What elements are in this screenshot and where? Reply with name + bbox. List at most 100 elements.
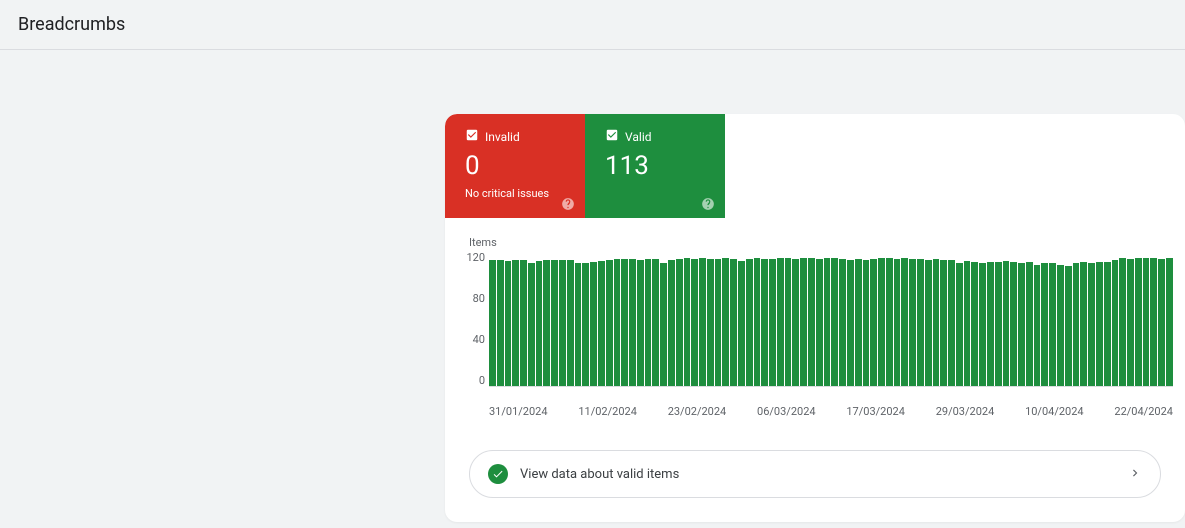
chart-bar [1088,263,1095,386]
chart-bar [878,258,885,386]
chart-bar [746,259,753,386]
chart-bar [536,261,543,386]
x-tick: 22/04/2024 [1114,405,1173,418]
tab-invalid-label-row: Invalid [465,128,565,145]
chart-bar [1034,265,1041,387]
chart-bar [699,258,706,386]
chart-bar [847,260,854,386]
tab-valid-label-row: Valid [605,128,705,145]
page-header: Breadcrumbs [0,0,1185,50]
tab-valid-label: Valid [625,130,652,144]
chart-bar [894,259,901,386]
chart-bar [761,259,768,386]
y-tick: 80 [457,292,485,305]
chart-bar [582,263,589,386]
chart-bar [505,261,512,386]
chart-bar [816,259,823,386]
x-axis: 31/01/202411/02/202423/02/202406/03/2024… [457,405,1173,418]
chart-bar [637,260,644,386]
chart-bar [606,260,613,386]
chart-bar [1057,265,1064,387]
chart-bar [1104,262,1111,386]
chart-ylabel: Items [469,236,1173,249]
chart-bar [979,263,986,386]
chart-bar [512,260,519,386]
y-tick: 40 [457,333,485,346]
chart-bar [777,258,784,386]
valid-count: 113 [605,151,705,181]
chart-bar [964,261,971,386]
y-tick: 120 [457,251,485,264]
chart-bar [1127,259,1134,386]
chart-bar [660,263,667,386]
chart-bar [917,259,924,386]
chart-bar [971,262,978,386]
chart-bar [614,259,621,386]
chart-plot: 120 80 40 0 [457,251,1173,401]
help-icon[interactable] [561,196,575,210]
chart-bar [676,259,683,386]
chart-bar [497,260,504,386]
chart-bar [909,259,916,386]
view-valid-items-link[interactable]: View data about valid items [469,450,1161,498]
page-title: Breadcrumbs [18,14,1167,35]
chart-bar [652,259,659,386]
chart-bar [691,259,698,386]
status-tabs: Invalid 0 No critical issues Valid 113 [445,114,1185,218]
tab-invalid-label: Invalid [485,130,520,144]
chart-bar [722,258,729,386]
chart-bar [567,260,574,386]
chart-bar [1041,263,1048,386]
chart-bar [489,260,496,386]
chart-bar [901,258,908,386]
chart-bar [1065,266,1072,386]
chart-bar [995,262,1002,386]
chart-bar [575,263,582,386]
x-tick: 11/02/2024 [578,405,637,418]
chart-bar [707,259,714,386]
chart-bar [520,260,527,386]
chart-bar [956,263,963,386]
chart-bar [1150,258,1157,386]
chart-bar [1119,258,1126,386]
chart-bar [785,258,792,386]
tab-invalid[interactable]: Invalid 0 No critical issues [445,114,585,218]
chart-bar [1080,262,1087,386]
chart-bar [1026,262,1033,386]
chart-bar [855,259,862,386]
chart-bar [1010,262,1017,386]
checkbox-checked-icon [605,128,619,145]
chart-bar [754,258,761,386]
chart-bar [528,263,535,386]
chart-bar [730,259,737,386]
chart-bar [629,259,636,386]
x-tick: 23/02/2024 [668,405,727,418]
chart-bar [925,260,932,386]
chart-bar [948,260,955,386]
x-tick: 29/03/2024 [936,405,995,418]
chart-bar [598,261,605,386]
chart-bar [800,258,807,386]
y-tick: 0 [457,374,485,387]
chart-bar [738,261,745,386]
chart-bars [489,251,1173,387]
chart-bar [543,260,550,386]
tab-valid[interactable]: Valid 113 [585,114,725,218]
chart-bar [590,262,597,386]
chart-bar [1135,258,1142,386]
chart-bar [559,260,566,386]
chart-bar [987,262,994,386]
chart-bar [933,259,940,386]
check-circle-icon [488,464,508,484]
chart-bar [1018,263,1025,386]
link-text: View data about valid items [520,467,1116,482]
x-tick: 17/03/2024 [846,405,905,418]
chart-bar [940,260,947,386]
chart-bar [1158,259,1165,386]
chart-bar [668,260,675,386]
chart-bar [886,258,893,386]
chart-bar [645,259,652,386]
help-icon[interactable] [701,196,715,210]
x-tick: 06/03/2024 [757,405,816,418]
chart-bar [839,259,846,386]
